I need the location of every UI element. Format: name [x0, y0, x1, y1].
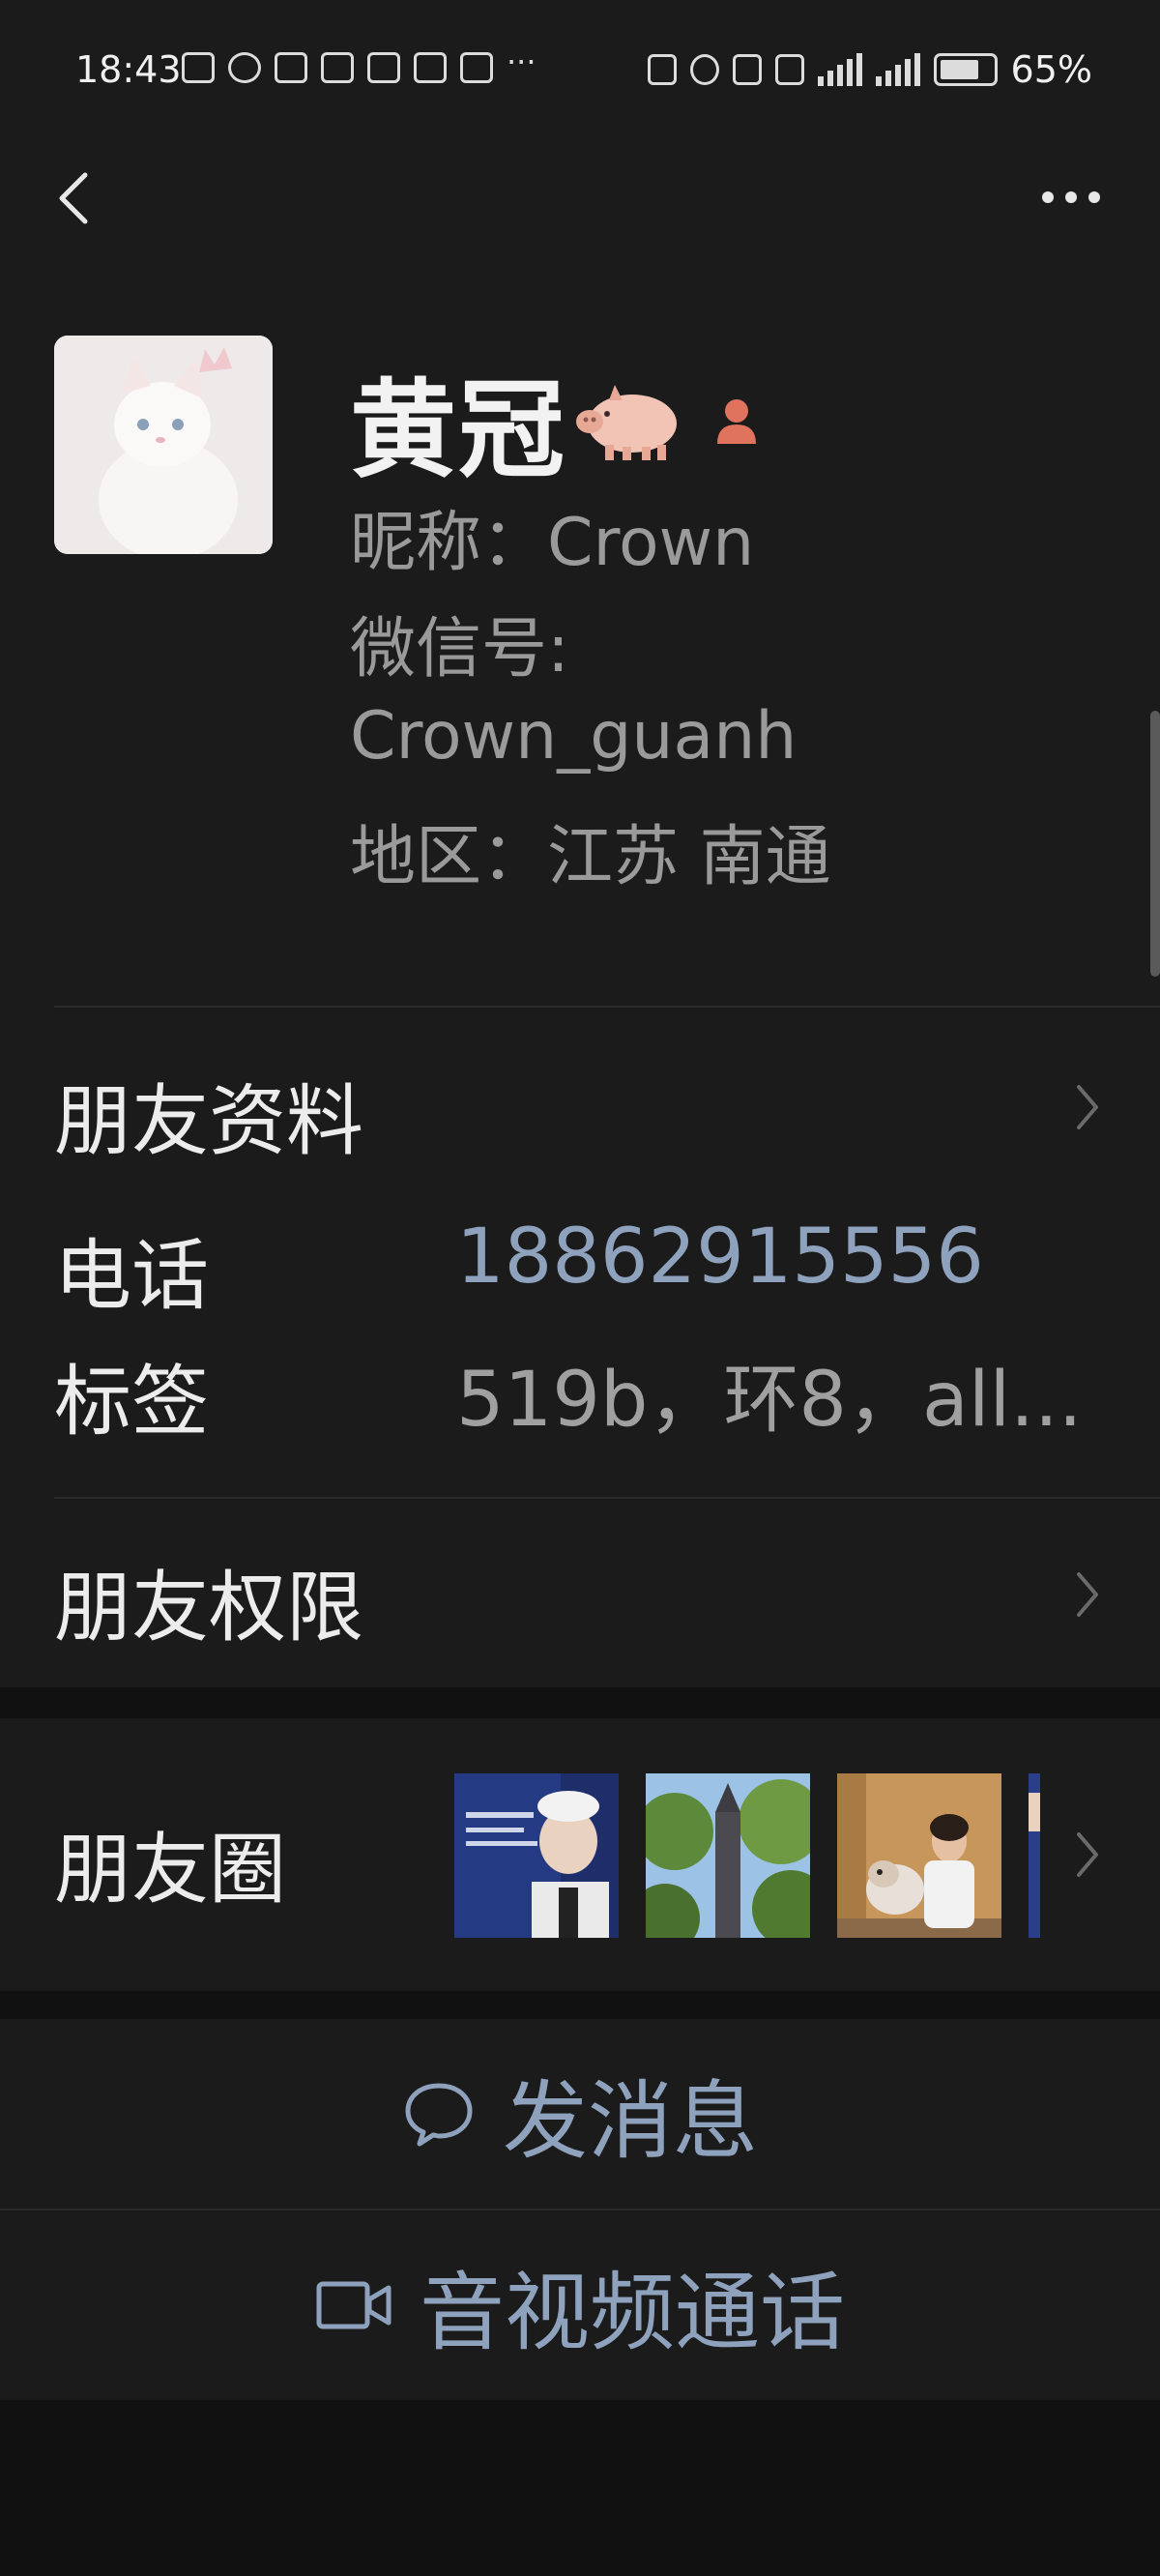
- friend-info-row[interactable]: 朋友资料: [0, 1010, 1160, 1204]
- nfc-icon: [647, 54, 677, 85]
- eye-icon: [228, 52, 261, 83]
- app-notification-icon: [275, 52, 307, 83]
- app-notification-icon: [414, 52, 447, 83]
- video-call-label: 音视频通话: [419, 2262, 845, 2362]
- signal-5g-icon: [875, 53, 920, 86]
- battery-percent: 65%: [1010, 48, 1092, 91]
- chevron-right-icon: [1077, 1832, 1098, 1877]
- avatar[interactable]: [54, 336, 273, 554]
- chat-bubble-icon: [405, 2083, 473, 2147]
- bluetooth-icon: [732, 54, 762, 85]
- app-notification-icon: [367, 52, 400, 83]
- battery-icon: [933, 53, 998, 86]
- moments-row[interactable]: 朋友圈: [0, 1718, 1160, 1991]
- moments-photos: [454, 1773, 1040, 1938]
- signal-5g-icon: [817, 53, 862, 86]
- chevron-left-icon[interactable]: [48, 169, 106, 227]
- contact-name: 黄冠: [350, 368, 566, 492]
- friend-permissions-row[interactable]: 朋友权限: [0, 1499, 1160, 1687]
- send-message-button[interactable]: 发消息: [0, 2019, 1160, 2209]
- chevron-right-icon: [1077, 1572, 1098, 1617]
- system-icons: 65%: [647, 48, 1092, 91]
- wechat-id-label: 微信号:: [350, 611, 569, 688]
- more-notifications-icon: ···: [507, 44, 536, 80]
- app-notification-icon: [321, 52, 354, 83]
- more-horizontal-icon[interactable]: [1042, 191, 1100, 203]
- name-row: 黄冠: [350, 343, 764, 498]
- phone-label: 电话: [54, 1231, 209, 1321]
- tags-value: 519b，环8，all...: [456, 1357, 1083, 1444]
- info-section: 朋友资料 电话 18862915556 标签 519b，环8，all... 朋友…: [0, 1010, 1160, 1687]
- phone-row: 电话 18862915556: [0, 1204, 1160, 1339]
- moments-photo: [1029, 1773, 1040, 1938]
- header-bar: [0, 140, 1160, 324]
- friend-info-label: 朋友资料: [54, 1076, 363, 1166]
- moments-photo: [646, 1773, 810, 1938]
- status-time: 18:43: [75, 48, 182, 91]
- send-message-label: 发消息: [502, 2070, 758, 2171]
- alarm-icon: [689, 54, 719, 85]
- tags-row[interactable]: 标签 519b，环8，all...: [0, 1339, 1160, 1475]
- chevron-right-icon: [1077, 1085, 1098, 1129]
- profile-card: 黄冠 昵称：Crown 微信号: Crown_guanh 地区：江苏 南通: [0, 324, 1160, 1010]
- pig-icon: [576, 385, 677, 460]
- nickname: 昵称：Crown: [350, 505, 755, 581]
- tags-label: 标签: [54, 1357, 209, 1447]
- female-icon: [717, 399, 756, 444]
- region: 地区：江苏 南通: [350, 819, 831, 895]
- phone-number[interactable]: 18862915556: [456, 1214, 984, 1301]
- scrollbar-thumb[interactable]: [1150, 711, 1160, 977]
- video-call-button[interactable]: 音视频通话: [0, 2210, 1160, 2400]
- friend-permissions-label: 朋友权限: [54, 1563, 363, 1653]
- wechat-id-value[interactable]: Crown_guanh: [350, 698, 797, 775]
- app-notification-icon: [460, 52, 493, 83]
- cast-icon: [182, 52, 215, 83]
- divider: [54, 1006, 1160, 1008]
- status-bar: 18:43 ··· 65%: [0, 0, 1160, 140]
- moments-photo: [454, 1773, 619, 1938]
- contact-profile-page: 18:43 ··· 65% 黄冠 昵称：Crown 微信号: Crown_gua…: [0, 0, 1160, 2576]
- moments-photo: [837, 1773, 1001, 1938]
- video-camera-icon: [316, 2281, 392, 2329]
- mute-icon: [774, 54, 804, 85]
- notification-icons: ···: [182, 44, 545, 83]
- moments-label: 朋友圈: [54, 1825, 286, 1915]
